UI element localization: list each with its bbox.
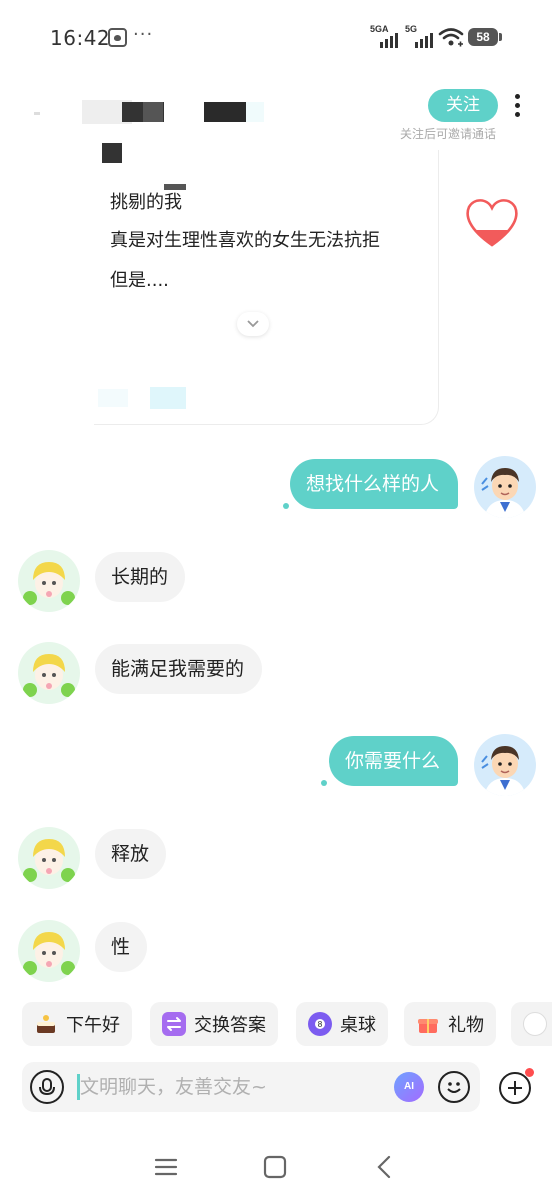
- message-bubble-in[interactable]: 能满足我需要的: [95, 644, 262, 694]
- profile-line-3: 但是....: [110, 270, 169, 291]
- notification-dot: [525, 1068, 534, 1077]
- chevron-down-icon: [247, 320, 259, 328]
- message-bubble-in[interactable]: 性: [95, 922, 147, 972]
- follow-button[interactable]: 关注: [428, 89, 498, 122]
- read-status-dot: [321, 780, 327, 786]
- voice-input-button[interactable]: [30, 1070, 64, 1104]
- profile-intro-card[interactable]: 挑剔的我 真是对生理性喜欢的女生无法抗拒 但是....: [94, 150, 439, 425]
- emoji-button[interactable]: [438, 1071, 470, 1103]
- message-bubble-in[interactable]: 释放: [95, 829, 166, 879]
- svg-text:8: 8: [318, 1020, 323, 1029]
- read-status-dot: [283, 503, 289, 509]
- quick-reply-billiards[interactable]: 8 桌球: [296, 1002, 388, 1046]
- heart-icon[interactable]: [463, 196, 521, 248]
- contact-avatar[interactable]: [18, 550, 80, 612]
- quick-reply-label: 下午好: [66, 1015, 120, 1036]
- my-avatar[interactable]: [474, 734, 536, 796]
- quick-reply-more[interactable]: [511, 1002, 552, 1046]
- blurred-photos: [98, 387, 188, 409]
- gift-icon: [416, 1012, 440, 1036]
- message-input-bar: 文明聊天，友善交友~ AI: [22, 1062, 480, 1112]
- my-avatar[interactable]: [474, 456, 536, 518]
- quick-reply-bar: 下午好 交换答案 8 桌球 礼物: [0, 1002, 552, 1048]
- contact-avatar[interactable]: [18, 642, 80, 704]
- ai-assistant-button[interactable]: AI: [394, 1072, 424, 1102]
- profile-line-1: 挑剔的我: [110, 192, 182, 213]
- more-actions-plus-button[interactable]: [499, 1072, 531, 1104]
- profile-line-2: 真是对生理性喜欢的女生无法抗拒: [110, 230, 380, 251]
- more-options-icon[interactable]: [510, 94, 524, 120]
- swap-icon: [162, 1012, 186, 1036]
- billiard-ball-icon: 8: [308, 1012, 332, 1036]
- contact-avatar[interactable]: [18, 920, 80, 982]
- signal-5g-icon: 5G: [405, 24, 435, 48]
- back-chevron-icon[interactable]: [372, 1154, 398, 1180]
- cake-icon: [34, 1012, 58, 1036]
- menu-icon[interactable]: [153, 1154, 179, 1180]
- quick-reply-good-afternoon[interactable]: 下午好: [22, 1002, 132, 1046]
- more-notifications-icon: ···: [133, 24, 154, 45]
- quick-reply-label: 礼物: [448, 1015, 484, 1036]
- expand-card-button[interactable]: [237, 312, 269, 336]
- status-time: 16:42: [50, 26, 111, 50]
- quick-reply-label: 桌球: [340, 1015, 376, 1036]
- battery-icon: 58: [468, 28, 502, 46]
- home-square-icon[interactable]: [262, 1154, 288, 1180]
- message-input[interactable]: 文明聊天，友善交友~: [80, 1074, 267, 1100]
- quick-reply-label: 交换答案: [194, 1015, 266, 1036]
- message-bubble-out[interactable]: 你需要什么: [329, 736, 458, 786]
- message-bubble-out[interactable]: 想找什么样的人: [290, 459, 458, 509]
- wifi-icon: [438, 28, 464, 47]
- sheep-icon: [523, 1012, 547, 1036]
- follow-hint: 关注后可邀请通话: [400, 127, 497, 141]
- smiley-icon: [447, 1082, 461, 1093]
- network-label-2: 5G: [405, 24, 418, 34]
- signal-5ga-icon: 5GA: [370, 24, 402, 48]
- quick-reply-exchange-answers[interactable]: 交换答案: [150, 1002, 278, 1046]
- quick-reply-gift[interactable]: 礼物: [404, 1002, 496, 1046]
- microphone-icon: [39, 1078, 55, 1096]
- baidu-app-icon: [108, 28, 127, 47]
- message-bubble-in[interactable]: 长期的: [95, 552, 185, 602]
- status-bar: 16:42 ··· 5GA 5G 58: [0, 0, 552, 76]
- blurred-username: [30, 100, 270, 128]
- contact-avatar[interactable]: [18, 827, 80, 889]
- network-label-1: 5GA: [370, 24, 389, 34]
